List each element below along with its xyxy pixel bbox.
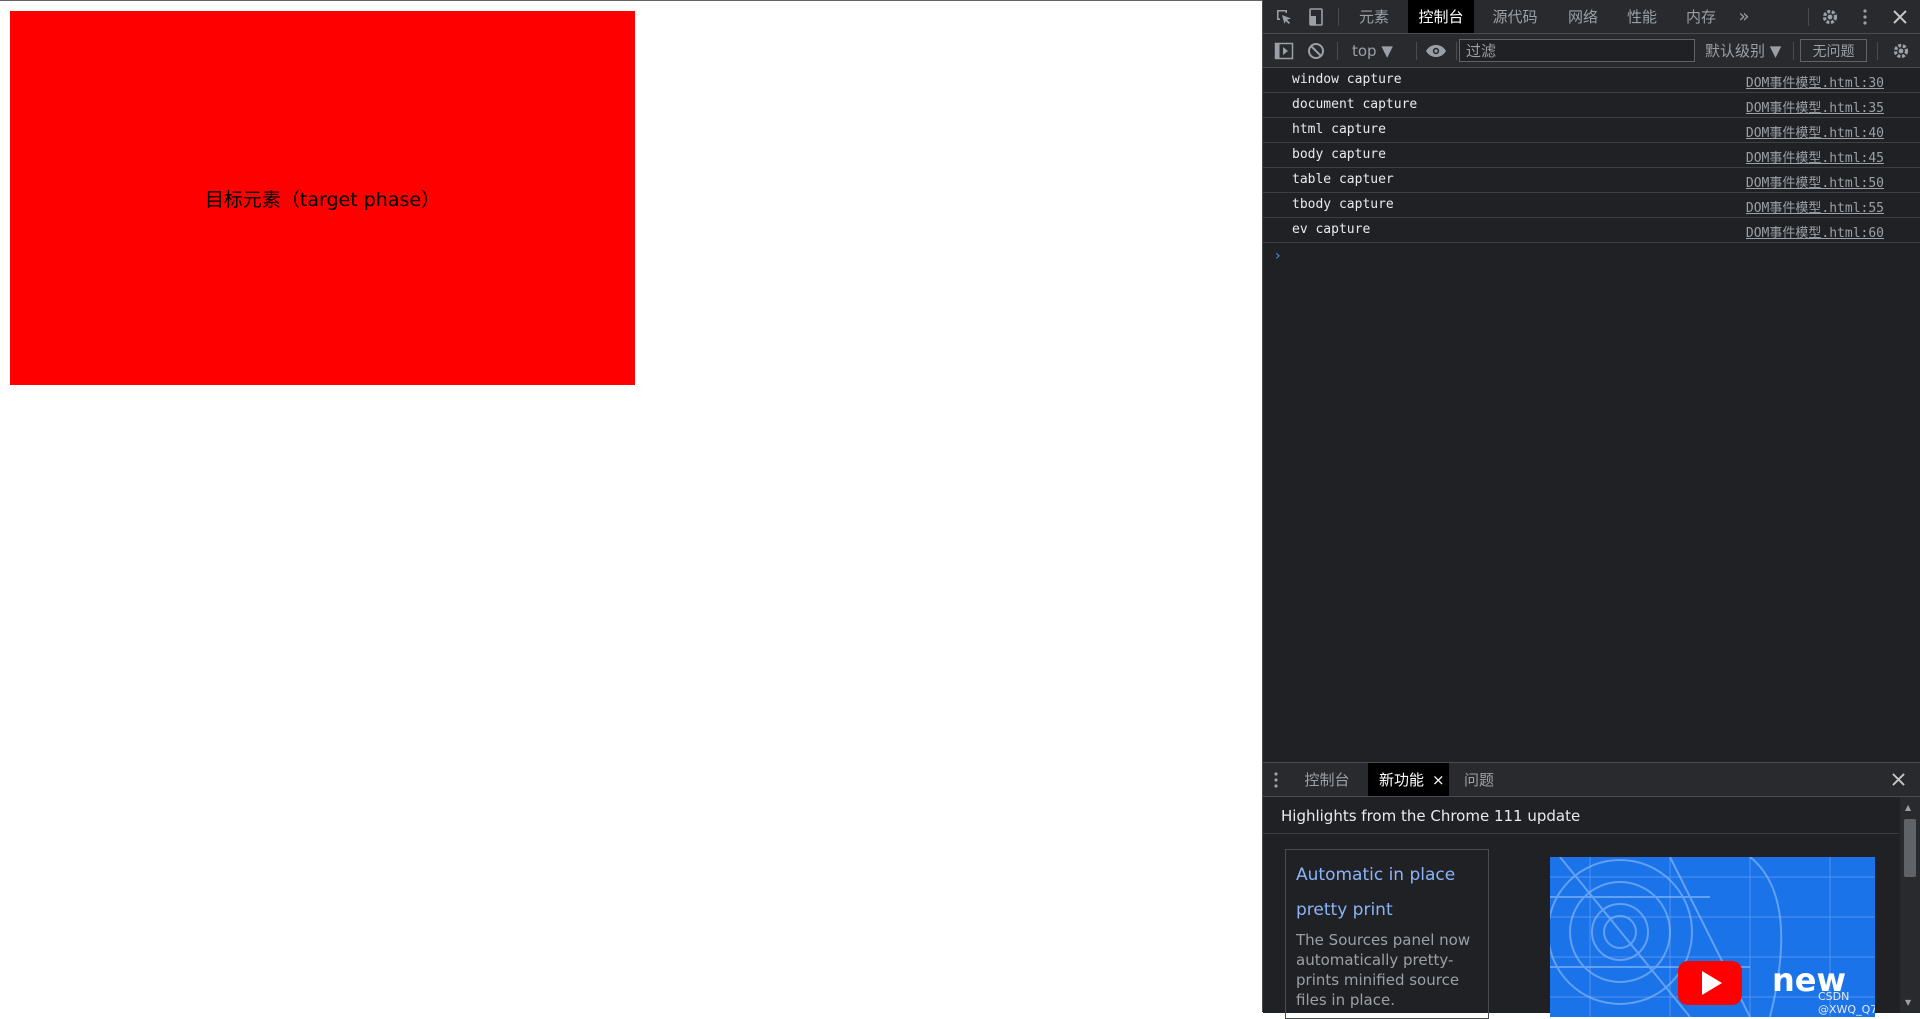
log-source-link[interactable]: DOM事件模型.html:30 bbox=[1746, 72, 1884, 91]
feature-card-title-line1[interactable]: Automatic in place bbox=[1296, 858, 1478, 893]
live-expression-eye-icon[interactable] bbox=[1421, 34, 1451, 67]
clear-console-icon[interactable] bbox=[1301, 34, 1331, 67]
kebab-menu-icon[interactable] bbox=[1850, 0, 1880, 34]
toolbar-divider bbox=[1877, 42, 1878, 60]
devtools-panel: 元素 控制台 源代码 网络 性能 内存 » top ▼ 默认级别 bbox=[1262, 0, 1920, 1019]
log-message: window capture bbox=[1292, 72, 1402, 87]
target-element-label: 目标元素（target phase） bbox=[204, 188, 441, 211]
tab-network[interactable]: 网络 bbox=[1556, 0, 1610, 33]
console-log-row: ev capture DOM事件模型.html:60 bbox=[1263, 218, 1920, 243]
page-viewport: 目标元素（target phase） bbox=[0, 0, 1262, 1012]
log-source-link[interactable]: DOM事件模型.html:45 bbox=[1746, 147, 1884, 166]
video-thumbnail[interactable]: new CSDN @XWQ_Q7 bbox=[1550, 857, 1875, 1017]
console-toolbar: top ▼ 默认级别 ▼ 无问题 bbox=[1263, 34, 1920, 68]
more-tabs-icon[interactable]: » bbox=[1729, 0, 1759, 33]
close-drawer-icon[interactable] bbox=[1883, 763, 1913, 796]
log-level-dropdown[interactable]: 默认级别 ▼ bbox=[1705, 34, 1781, 67]
drawer-scrollbar[interactable]: ▲ ▼ bbox=[1900, 797, 1920, 1013]
log-source-link[interactable]: DOM事件模型.html:50 bbox=[1746, 172, 1884, 191]
tab-sources[interactable]: 源代码 bbox=[1481, 0, 1549, 33]
toolbar-divider bbox=[1456, 42, 1457, 60]
toolbar-divider bbox=[1416, 42, 1417, 60]
toolbar-divider bbox=[1337, 42, 1338, 60]
top-border bbox=[0, 0, 1262, 1]
target-element[interactable]: 目标元素（target phase） bbox=[10, 11, 635, 385]
tab-console[interactable]: 控制台 bbox=[1408, 0, 1474, 33]
console-log-row: html capture DOM事件模型.html:40 bbox=[1263, 118, 1920, 143]
heading-divider bbox=[1263, 833, 1899, 834]
tabbar-divider bbox=[1808, 8, 1809, 26]
log-source-link[interactable]: DOM事件模型.html:55 bbox=[1746, 197, 1884, 216]
log-source-link[interactable]: DOM事件模型.html:60 bbox=[1746, 222, 1884, 241]
settings-gear-icon[interactable] bbox=[1815, 0, 1845, 34]
console-prompt[interactable]: › bbox=[1275, 248, 1281, 264]
drawer-tab-whats-new[interactable]: 新功能 × bbox=[1368, 763, 1449, 796]
drawer-tab-whats-new-label: 新功能 bbox=[1379, 771, 1425, 789]
tab-elements[interactable]: 元素 bbox=[1347, 0, 1401, 33]
log-message: table captuer bbox=[1292, 172, 1394, 187]
context-selector[interactable]: top ▼ bbox=[1352, 34, 1393, 67]
console-log-row: document capture DOM事件模型.html:35 bbox=[1263, 93, 1920, 118]
device-toolbar-icon[interactable] bbox=[1301, 0, 1331, 34]
tab-memory[interactable]: 内存 bbox=[1674, 0, 1728, 33]
feature-card[interactable]: Automatic in place pretty print The Sour… bbox=[1285, 849, 1489, 1019]
drawer-menu-icon[interactable] bbox=[1269, 763, 1283, 796]
devtools-tabbar: 元素 控制台 源代码 网络 性能 内存 » bbox=[1263, 0, 1920, 34]
log-source-link[interactable]: DOM事件模型.html:35 bbox=[1746, 97, 1884, 116]
console-settings-gear-icon[interactable] bbox=[1886, 34, 1916, 67]
feature-card-title-line2[interactable]: pretty print bbox=[1296, 893, 1478, 928]
whats-new-heading: Highlights from the Chrome 111 update bbox=[1281, 807, 1581, 825]
drawer-tabbar: 控制台 新功能 × 问题 bbox=[1263, 763, 1920, 797]
log-message: body capture bbox=[1292, 147, 1386, 162]
log-message: document capture bbox=[1292, 97, 1418, 112]
tabbar-divider bbox=[1338, 8, 1339, 26]
feature-card-description: The Sources panel now automatically pret… bbox=[1296, 931, 1471, 1009]
close-devtools-icon[interactable] bbox=[1885, 0, 1915, 34]
drawer-tab-console[interactable]: 控制台 bbox=[1289, 763, 1365, 796]
sidebar-toggle-icon[interactable] bbox=[1269, 34, 1299, 67]
console-log-row: table captuer DOM事件模型.html:50 bbox=[1263, 168, 1920, 193]
issues-button[interactable]: 无问题 bbox=[1800, 39, 1867, 62]
tab-performance[interactable]: 性能 bbox=[1615, 0, 1669, 33]
console-log-row: body capture DOM事件模型.html:45 bbox=[1263, 143, 1920, 168]
scroll-down-icon[interactable]: ▼ bbox=[1905, 998, 1911, 1007]
watermark-text: CSDN @XWQ_Q7 bbox=[1818, 990, 1875, 1016]
close-tab-icon[interactable]: × bbox=[1432, 771, 1445, 789]
console-log-row: window capture DOM事件模型.html:30 bbox=[1263, 68, 1920, 93]
toolbar-divider bbox=[1793, 42, 1794, 60]
console-log-row: tbody capture DOM事件模型.html:55 bbox=[1263, 193, 1920, 218]
inspect-element-icon[interactable] bbox=[1269, 0, 1299, 34]
devtools-drawer: 控制台 新功能 × 问题 Highlights from the Chrome … bbox=[1263, 762, 1920, 1019]
filter-input[interactable] bbox=[1459, 39, 1695, 62]
scrollbar-thumb[interactable] bbox=[1904, 819, 1916, 877]
console-output: window capture DOM事件模型.html:30 document … bbox=[1263, 68, 1920, 243]
log-message: ev capture bbox=[1292, 222, 1371, 237]
drawer-tab-issues[interactable]: 问题 bbox=[1452, 763, 1506, 796]
log-source-link[interactable]: DOM事件模型.html:40 bbox=[1746, 122, 1884, 141]
scroll-up-icon[interactable]: ▲ bbox=[1905, 803, 1911, 812]
log-message: tbody capture bbox=[1292, 197, 1394, 212]
log-message: html capture bbox=[1292, 122, 1386, 137]
